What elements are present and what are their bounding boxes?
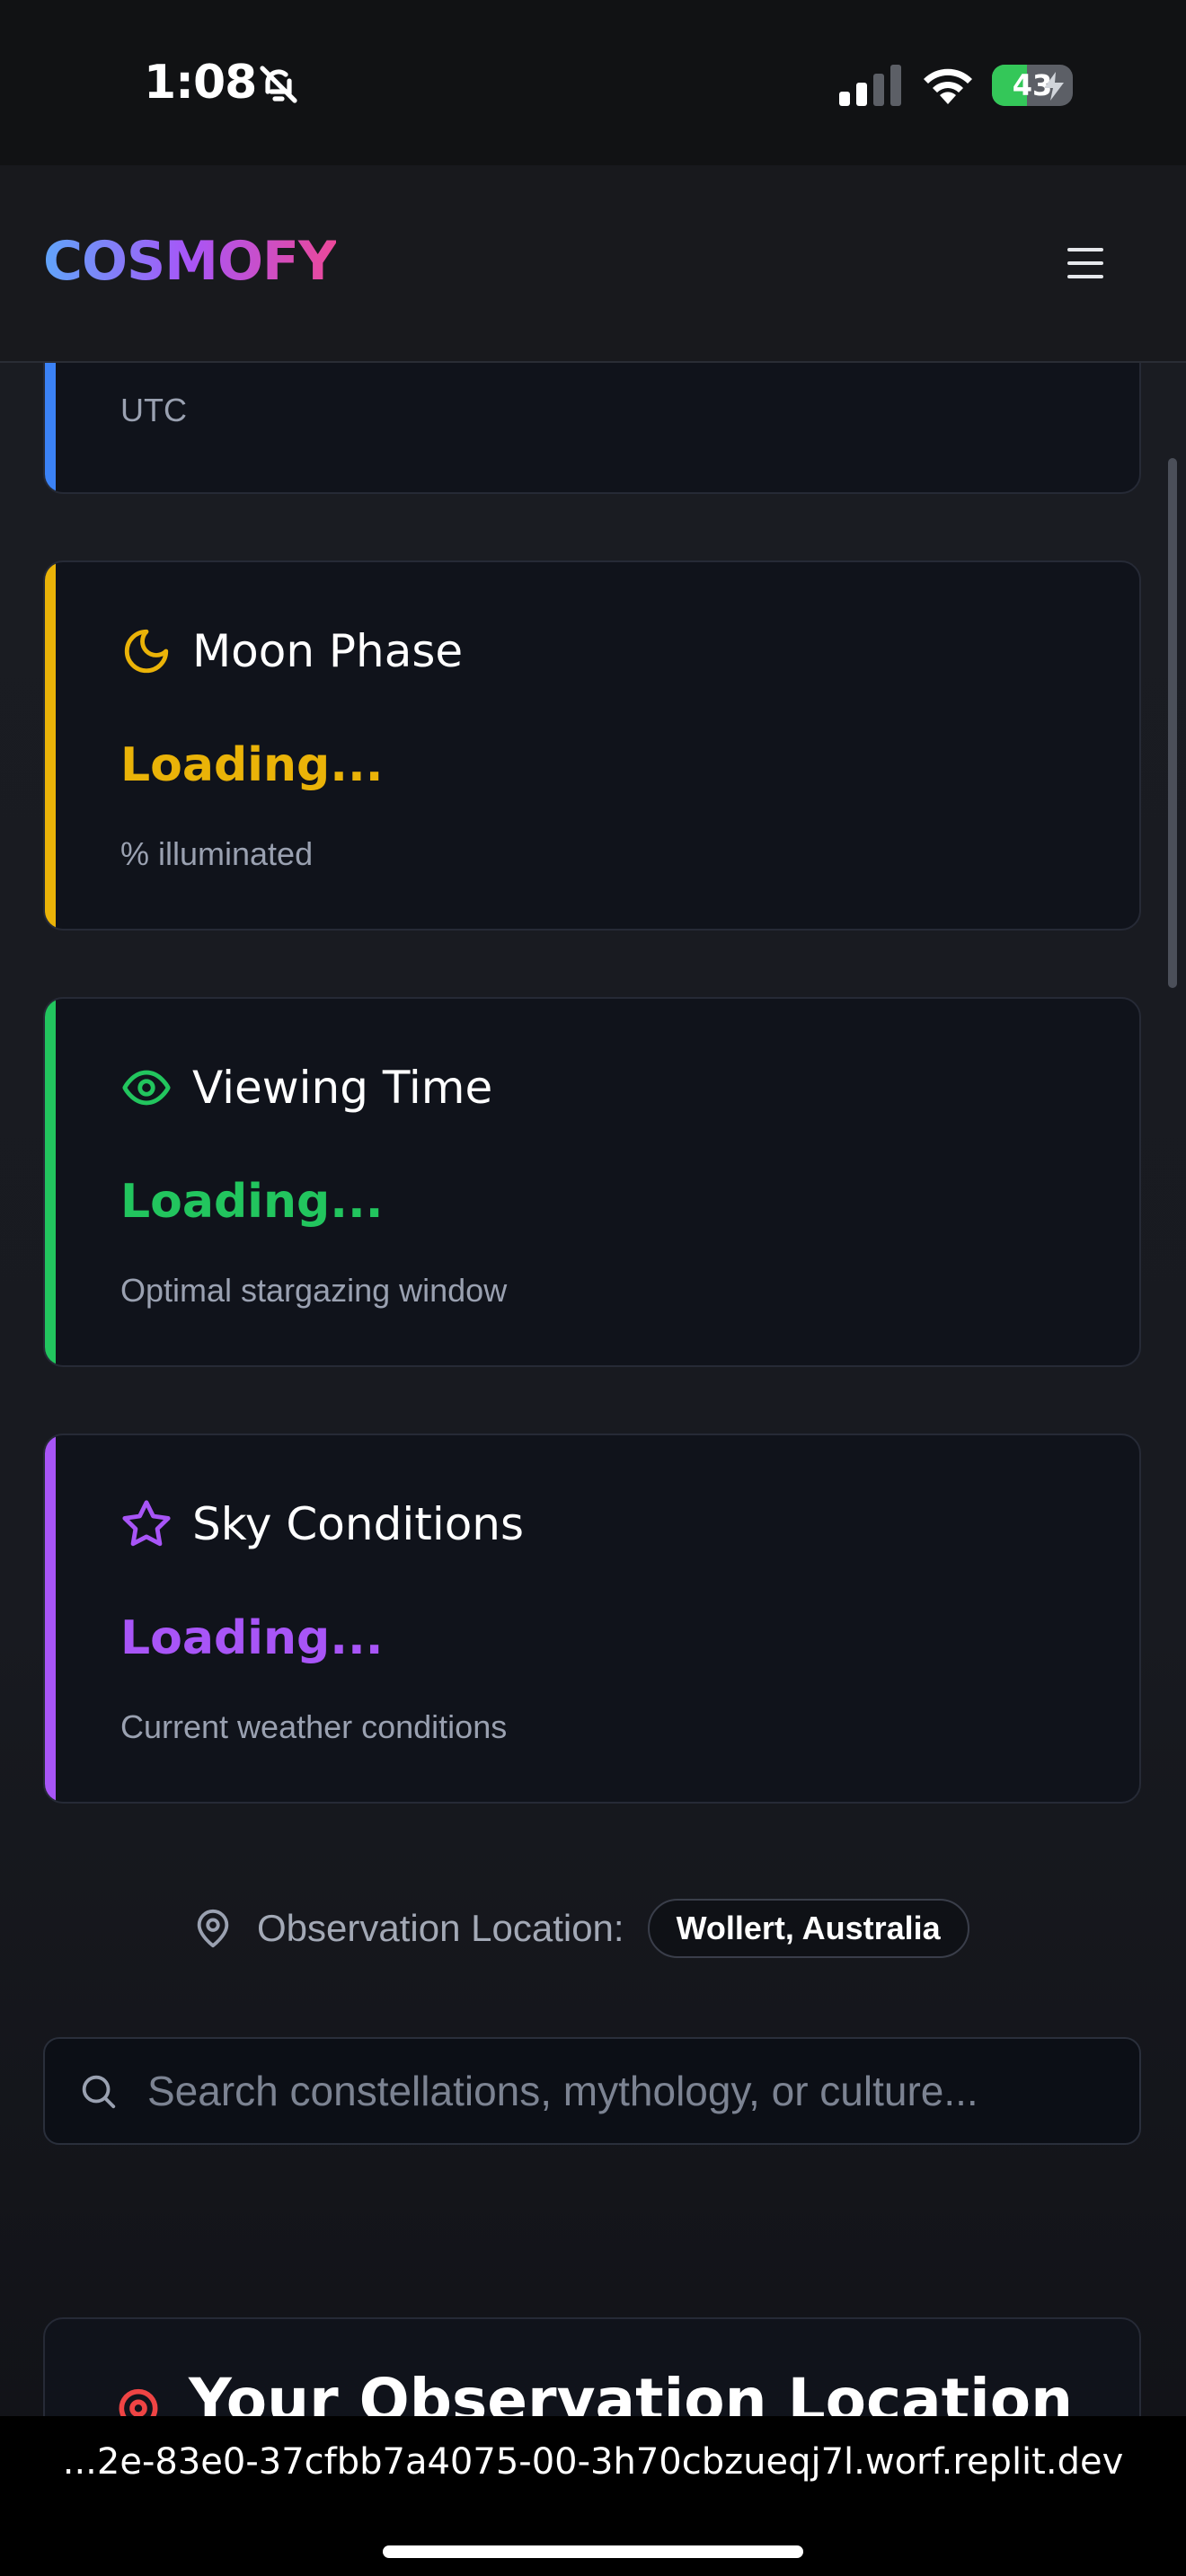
url-text[interactable]: ...2e-83e0-37cfbb7a4075-00-3h70cbzueqj7l… [0, 2441, 1186, 2483]
card-title: Viewing Time [192, 1062, 493, 1114]
app-header: COSMOFY [0, 165, 1186, 363]
moon-icon [124, 629, 169, 674]
card-value: Loading... [120, 1611, 384, 1665]
location-pin-icon [119, 2388, 158, 2416]
hamburger-menu-icon[interactable] [1067, 248, 1103, 278]
cellular-signal-icon [839, 65, 901, 106]
home-indicator[interactable] [383, 2545, 803, 2558]
section-title: Your Observation Location [189, 2366, 1074, 2416]
search-bar[interactable] [43, 2037, 1141, 2145]
card-subtitle: UTC [120, 392, 187, 428]
app-logo[interactable]: COSMOFY [43, 230, 337, 293]
map-pin-icon [197, 1910, 229, 1948]
status-time: 1:08 [144, 56, 257, 110]
scrollbar[interactable] [1168, 458, 1177, 988]
browser-url-bar[interactable]: ...2e-83e0-37cfbb7a4075-00-3h70cbzueqj7l… [0, 2416, 1186, 2576]
location-label: Observation Location: [257, 1907, 624, 1949]
charging-bolt-icon [1044, 72, 1064, 101]
card-accent-bar [45, 1435, 56, 1802]
location-badge[interactable]: Wollert, Australia [647, 1899, 969, 1958]
search-input[interactable] [146, 2066, 1139, 2116]
main-content: UTC Moon Phase Loading... % illuminated … [0, 363, 1186, 2416]
card-value: Loading... [120, 1175, 384, 1229]
time-card: UTC [43, 363, 1141, 494]
card-subtitle: Optimal stargazing window [120, 1272, 508, 1309]
card-accent-bar [45, 562, 56, 929]
bell-muted-icon [260, 66, 297, 103]
card-subtitle: Current weather conditions [120, 1708, 508, 1745]
status-bar: 1:08 43 [0, 0, 1186, 165]
star-icon [122, 1500, 171, 1547]
card-title: Sky Conditions [192, 1498, 525, 1550]
eye-icon [122, 1070, 171, 1106]
wifi-icon [924, 68, 972, 104]
observation-location-card: Your Observation Location [43, 2317, 1141, 2416]
search-icon [82, 2075, 116, 2109]
sky-conditions-card: Sky Conditions Loading... Current weathe… [43, 1434, 1141, 1804]
card-subtitle: % illuminated [120, 835, 314, 872]
card-title: Moon Phase [192, 625, 464, 677]
moon-phase-card: Moon Phase Loading... % illuminated [43, 560, 1141, 931]
card-value: Loading... [120, 738, 384, 792]
viewing-time-card: Viewing Time Loading... Optimal stargazi… [43, 997, 1141, 1367]
card-accent-bar [45, 363, 56, 492]
observation-location-row: Observation Location: Wollert, Australia [192, 1899, 969, 1958]
card-accent-bar [45, 999, 56, 1365]
